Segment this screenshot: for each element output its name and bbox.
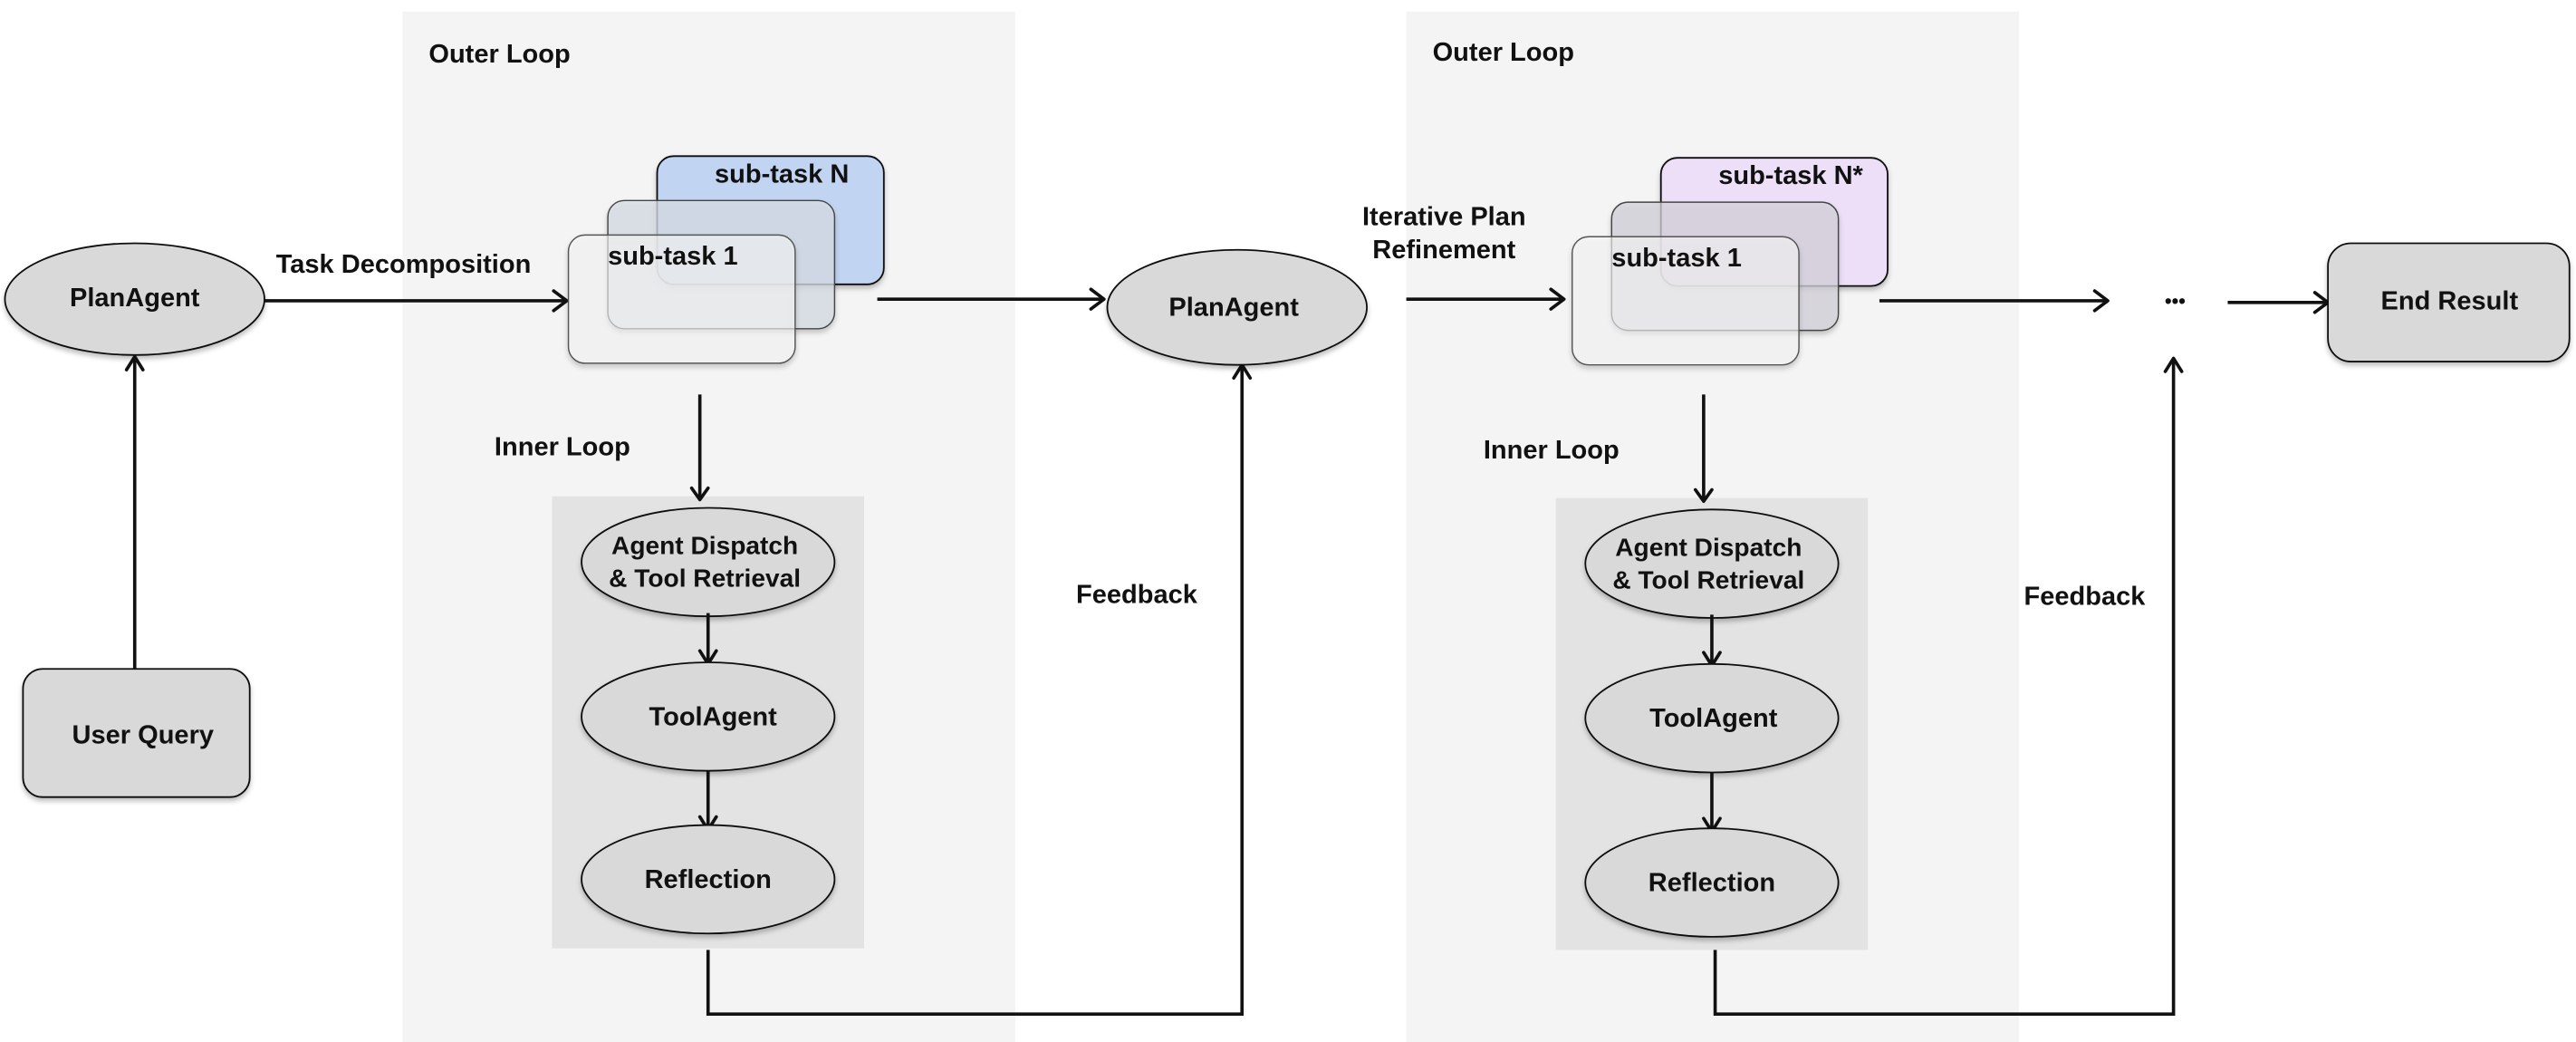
agent-workflow-diagram: Outer Loop Outer Loop Inner Loop Inner L… (4, 11, 2571, 1042)
inner-loop-title-2: Inner Loop (1484, 436, 1620, 465)
task-decomposition-label: Task Decomposition (276, 250, 532, 279)
dispatch-label-2b: & Tool Retrieval (1612, 566, 1804, 594)
end-result-label: End Result (2381, 286, 2519, 315)
dispatch-label-2a: Agent Dispatch (1615, 533, 1802, 561)
reflection-label-1: Reflection (645, 865, 772, 894)
refinement-label-line2: Refinement (1372, 236, 1515, 265)
feedback-label-1: Feedback (1076, 581, 1198, 610)
toolagent-label-2: ToolAgent (1649, 704, 1778, 733)
refinement-label-line1: Iterative Plan (1362, 203, 1526, 232)
plan-agent-label-left: PlanAgent (70, 284, 200, 313)
reflection-label-2: Reflection (1648, 869, 1775, 898)
subtask-n-star-label: sub-task N* (1718, 161, 1863, 190)
dispatch-node-1[interactable] (581, 507, 836, 618)
ellipsis-continuation: ••• (2165, 290, 2186, 313)
inner-loop-title-1: Inner Loop (495, 432, 630, 461)
subtask-1-label: sub-task 1 (608, 242, 738, 271)
feedback-label-2: Feedback (2024, 583, 2147, 612)
toolagent-label-1: ToolAgent (649, 702, 778, 731)
outer-loop-title-1: Outer Loop (428, 40, 570, 69)
outer-loop-title-2: Outer Loop (1433, 38, 1574, 67)
subtask-1-label-2: sub-task 1 (1611, 244, 1742, 273)
dispatch-node-2[interactable] (1584, 508, 1840, 619)
user-query-label: User Query (72, 720, 214, 749)
subtask-n-label: sub-task N (715, 159, 849, 188)
plan-agent-label-middle: PlanAgent (1168, 294, 1299, 323)
dispatch-label-1b: & Tool Retrieval (609, 564, 801, 593)
dispatch-label-1a: Agent Dispatch (611, 531, 798, 559)
